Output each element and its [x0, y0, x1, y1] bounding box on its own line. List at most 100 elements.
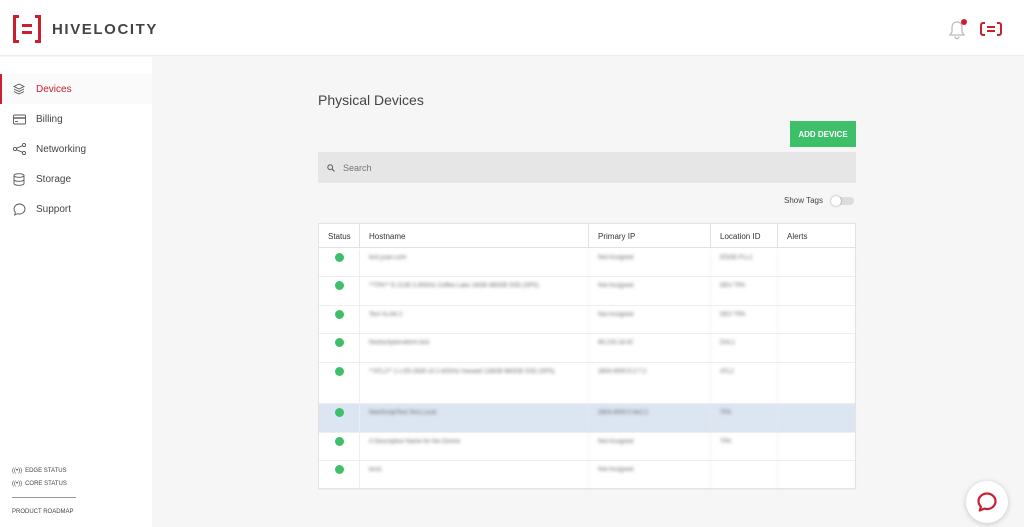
status-cell: [319, 363, 360, 403]
table-row[interactable]: A Descriptive Name for the Device Not Ass…: [319, 433, 855, 461]
search-icon: [327, 163, 335, 172]
alerts-cell: [778, 404, 855, 432]
search-bar[interactable]: [318, 152, 856, 183]
primary-ip-cell: Not Assigned: [589, 306, 711, 333]
status-online-icon: [334, 367, 344, 376]
primary-ip-cell: 2604:4500:5:2:7:2: [589, 363, 711, 403]
sidebar-item-support[interactable]: Support: [0, 194, 152, 224]
table-row[interactable]: Test VLAN 2 Not Assigned DEV TPA: [319, 306, 855, 334]
table-row[interactable]: **ATL2** 2 x E5-2630 v3 2.40GHz Haswell …: [319, 363, 855, 404]
primary-ip-cell: 2604:4500:0:4e2:2: [589, 404, 711, 432]
status-online-icon: [334, 281, 344, 290]
chat-icon: [977, 492, 997, 512]
status-cell: [319, 249, 360, 276]
sidebar-item-storage[interactable]: Storage: [0, 164, 152, 194]
sidebar-item-billing[interactable]: Billing: [0, 104, 152, 134]
table-row[interactable]: NewScriptTest.Test.Local 2604:4500:0:4e2:…: [319, 404, 855, 433]
location-id-cell: TPA: [711, 404, 778, 432]
hostname-cell[interactable]: test.yuan.com: [360, 249, 589, 276]
location-id-cell: [711, 461, 778, 489]
database-icon: [12, 172, 26, 186]
toggle-knob: [831, 196, 841, 206]
status-cell: [319, 461, 360, 489]
location-id-cell: DEV TPA: [711, 306, 778, 333]
alerts-cell: [778, 433, 855, 460]
sidebar-item-label: Storage: [36, 173, 72, 185]
column-header-primary-ip[interactable]: Primary IP: [589, 224, 711, 248]
layers-icon: [12, 82, 26, 96]
primary-ip-cell: 66.216.18.42: [589, 334, 711, 362]
status-cell: [319, 277, 360, 305]
live-chat-button[interactable]: [966, 481, 1008, 523]
hostname-cell[interactable]: A Descriptive Name for the Device: [360, 433, 589, 460]
status-online-icon: [334, 437, 344, 446]
table-row[interactable]: test.yuan.com Not Assigned EDGE-FLL1: [319, 249, 855, 277]
hostname-cell[interactable]: Test VLAN 2: [360, 306, 589, 333]
sidebar-item-networking[interactable]: Networking: [0, 134, 152, 164]
alerts-cell: [778, 461, 855, 489]
primary-ip-cell: Not Assigned: [589, 433, 711, 460]
column-header-location-id[interactable]: Location ID: [711, 224, 778, 248]
search-input[interactable]: [343, 162, 743, 173]
status-online-icon: [334, 253, 344, 262]
hivelocity-logo[interactable]: HIVELOCITY: [13, 15, 158, 43]
share-icon: [12, 142, 26, 156]
sidebar-item-label: Billing: [36, 113, 63, 125]
primary-ip-cell: Not Assigned: [589, 249, 711, 276]
hostname-cell[interactable]: **ATL2** 2 x E5-2630 v3 2.40GHz Haswell …: [360, 363, 589, 403]
user-avatar[interactable]: [980, 22, 1002, 36]
top-bar: HIVELOCITY: [0, 0, 1024, 56]
show-tags-toggle[interactable]: [831, 196, 854, 206]
alerts-cell: [778, 306, 855, 333]
status-online-icon: [334, 338, 344, 347]
table-header: Status Hostname Primary IP Location ID A…: [319, 224, 855, 248]
table-row[interactable]: hivelocityterraform.test 66.216.18.42 DAL1: [319, 334, 855, 363]
primary-ip-cell: Not Assigned: [589, 461, 711, 489]
sidebar-item-devices[interactable]: Devices: [0, 74, 152, 104]
sidebar: Devices Billing Networking Storage Suppo…: [0, 57, 152, 527]
product-roadmap-link[interactable]: PRODUCT ROADMAP: [12, 509, 74, 515]
status-cell: [319, 306, 360, 333]
status-online-icon: [334, 310, 344, 319]
show-tags-label: Show Tags: [784, 196, 823, 205]
alerts-cell: [778, 363, 855, 403]
hostname-cell[interactable]: NewScriptTest.Test.Local: [360, 404, 589, 432]
status-cell: [319, 433, 360, 460]
sidebar-item-label: Devices: [36, 83, 72, 95]
edge-status-label: EDGE STATUS: [25, 468, 67, 474]
signal-icon: ((•)): [12, 481, 23, 487]
edge-status-link[interactable]: ((•)) EDGE STATUS: [12, 468, 67, 474]
hostname-cell[interactable]: test1: [360, 461, 589, 489]
hostname-cell[interactable]: **TPA** E-2136 3.30GHz Coffee Lake 16GB …: [360, 277, 589, 305]
column-header-alerts[interactable]: Alerts: [778, 224, 855, 248]
location-id-cell: DEV TPA: [711, 277, 778, 305]
devices-table: Status Hostname Primary IP Location ID A…: [318, 223, 856, 490]
location-id-cell: ATL2: [711, 363, 778, 403]
table-row[interactable]: test1 Not Assigned: [319, 461, 855, 490]
column-header-status[interactable]: Status: [319, 224, 360, 248]
table-body: test.yuan.com Not Assigned EDGE-FLL1 **TPA*…: [319, 249, 855, 490]
table-row[interactable]: **TPA** E-2136 3.30GHz Coffee Lake 16GB …: [319, 277, 855, 306]
credit-card-icon: [12, 112, 26, 126]
status-cell: [319, 334, 360, 362]
page-title: Physical Devices: [318, 92, 424, 108]
notification-dot: [961, 19, 967, 25]
status-online-icon: [334, 465, 344, 474]
alerts-cell: [778, 277, 855, 305]
location-id-cell: EDGE-FLL1: [711, 249, 778, 276]
status-online-icon: [334, 408, 344, 417]
sidebar-divider: [12, 497, 76, 498]
primary-ip-cell: Not Assigned: [589, 277, 711, 305]
core-status-label: CORE STATUS: [25, 481, 67, 487]
location-id-cell: TPA: [711, 433, 778, 460]
sidebar-item-label: Networking: [36, 143, 87, 155]
column-header-hostname[interactable]: Hostname: [360, 224, 589, 248]
hostname-cell[interactable]: hivelocityterraform.test: [360, 334, 589, 362]
alerts-cell: [778, 249, 855, 276]
core-status-link[interactable]: ((•)) CORE STATUS: [12, 481, 67, 487]
status-cell: [319, 404, 360, 432]
chat-bubble-icon: [12, 202, 26, 216]
alerts-cell: [778, 334, 855, 362]
add-device-button[interactable]: ADD DEVICE: [790, 121, 856, 147]
signal-icon: ((•)): [12, 468, 23, 474]
